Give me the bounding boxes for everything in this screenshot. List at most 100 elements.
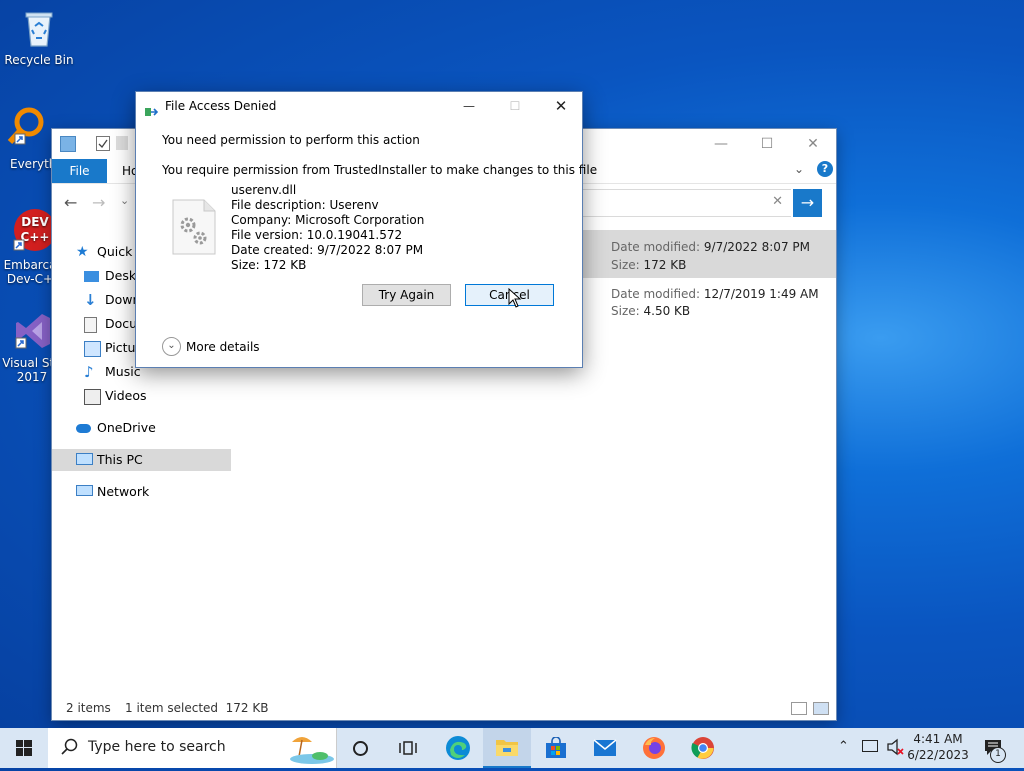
network-status-icon[interactable] bbox=[862, 740, 878, 752]
network-icon bbox=[76, 485, 93, 496]
firefox-icon bbox=[643, 737, 665, 759]
nav-onedrive[interactable]: OneDrive bbox=[76, 417, 156, 439]
nav-music[interactable]: ♪ Music bbox=[84, 361, 141, 383]
search-go-button[interactable]: → bbox=[793, 189, 822, 217]
firefox-taskbar-button[interactable] bbox=[630, 728, 678, 768]
item-count: 2 items bbox=[66, 701, 111, 715]
file-description: File description: Userenv bbox=[231, 198, 379, 212]
dialog-message-detail: You require permission from TrustedInsta… bbox=[162, 163, 598, 177]
recycle-bin-icon bbox=[18, 8, 60, 50]
nav-pictures[interactable]: Pictur bbox=[84, 337, 141, 359]
start-button[interactable] bbox=[0, 728, 48, 768]
desktop-icon-visual-studio[interactable]: Visual Stu 2017 bbox=[0, 310, 62, 384]
dialog-minimize-button[interactable]: — bbox=[454, 92, 484, 120]
mouse-cursor-icon bbox=[508, 287, 522, 311]
file-version: File version: 10.0.19041.572 bbox=[231, 228, 403, 242]
file-date-created: Date created: 9/7/2022 8:07 PM bbox=[231, 243, 424, 257]
notification-count-badge: 1 bbox=[990, 747, 1006, 763]
back-arrow-icon[interactable]: ← bbox=[64, 193, 77, 212]
visual-studio-icon bbox=[12, 310, 54, 352]
mail-taskbar-button[interactable] bbox=[581, 728, 629, 768]
selection-info: 1 item selected 172 KB bbox=[125, 701, 269, 715]
search-box[interactable]: ✕ bbox=[582, 189, 791, 217]
size-value: 172 KB bbox=[643, 258, 687, 272]
try-again-button[interactable]: Try Again bbox=[362, 284, 451, 306]
store-taskbar-button[interactable] bbox=[532, 728, 580, 768]
chrome-taskbar-button[interactable] bbox=[679, 728, 727, 768]
nav-quick-access[interactable]: ★ Quick a bbox=[76, 241, 144, 263]
search-placeholder: Type here to search bbox=[88, 739, 226, 755]
store-bag-icon bbox=[546, 737, 566, 758]
nav-desktop[interactable]: Deskt bbox=[84, 265, 141, 287]
taskbar-search-box[interactable]: Type here to search bbox=[48, 728, 337, 768]
svg-text:DEV: DEV bbox=[21, 215, 49, 229]
forward-arrow-icon[interactable]: → bbox=[92, 193, 105, 212]
date-modified-label: Date modified: bbox=[611, 287, 701, 301]
file-company: Company: Microsoft Corporation bbox=[231, 213, 425, 227]
size-value: 4.50 KB bbox=[643, 304, 691, 318]
large-icons-view-icon[interactable] bbox=[813, 702, 829, 715]
nav-videos[interactable]: Videos bbox=[84, 385, 147, 407]
file-details: userenv.dll File description: Userenv Co… bbox=[231, 183, 424, 273]
desktop-folder-icon bbox=[84, 271, 99, 282]
nav-this-pc[interactable]: This PC bbox=[52, 449, 231, 471]
chrome-icon bbox=[691, 737, 714, 759]
recycle-bin-label: Recycle Bin bbox=[4, 53, 74, 67]
show-hidden-icons-chevron-icon[interactable]: ⌃ bbox=[838, 739, 849, 754]
ribbon-file-tab[interactable]: File bbox=[52, 159, 107, 183]
task-view-icon bbox=[399, 741, 417, 755]
status-bar: 2 items 1 item selected 172 KB bbox=[52, 696, 836, 720]
devcpp-label: Embarca Dev-C+ bbox=[3, 258, 57, 286]
windows-logo-icon bbox=[16, 740, 32, 756]
desktop-icon-everything[interactable]: Everyth bbox=[0, 106, 56, 171]
date-modified-value: 9/7/2022 8:07 PM bbox=[703, 240, 810, 254]
desktop-icon-devcpp[interactable]: DEV C++ Embarca Dev-C+ bbox=[0, 206, 58, 286]
search-clear-icon[interactable]: ✕ bbox=[772, 194, 783, 209]
size-label: Size: bbox=[611, 304, 640, 318]
explorer-close-button[interactable]: ✕ bbox=[790, 129, 836, 159]
clock-time: 4:41 AM bbox=[913, 732, 963, 746]
computer-monitor-icon bbox=[76, 453, 93, 465]
music-note-icon: ♪ bbox=[84, 363, 94, 381]
size-label: Size: bbox=[611, 258, 640, 272]
dialog-message-main: You need permission to perform this acti… bbox=[162, 133, 420, 147]
svg-text:C++: C++ bbox=[21, 230, 50, 244]
explorer-maximize-button[interactable]: ☐ bbox=[744, 129, 790, 159]
search-highlight-image-icon bbox=[276, 732, 334, 767]
cortana-button[interactable] bbox=[336, 728, 384, 768]
mail-envelope-icon bbox=[593, 739, 617, 756]
dialog-app-icon bbox=[145, 100, 159, 116]
edge-taskbar-button[interactable] bbox=[434, 728, 482, 768]
ribbon-expand-icon[interactable]: ⌄ bbox=[794, 162, 804, 176]
file-explorer-taskbar-button[interactable] bbox=[483, 728, 531, 768]
dialog-close-button[interactable]: ✕ bbox=[546, 92, 576, 120]
expand-chevron-icon: ⌄ bbox=[162, 337, 181, 356]
folder-icon bbox=[496, 740, 518, 756]
search-icon bbox=[60, 738, 78, 759]
explorer-app-icon bbox=[60, 136, 76, 152]
file-name: userenv.dll bbox=[231, 183, 297, 197]
recent-locations-chevron-icon[interactable]: ⌄ bbox=[120, 194, 129, 207]
everything-search-icon bbox=[5, 106, 47, 148]
nav-documents[interactable]: Docu bbox=[84, 313, 137, 335]
nav-network[interactable]: Network bbox=[76, 481, 149, 503]
properties-qa-icon[interactable] bbox=[96, 136, 110, 151]
film-icon bbox=[84, 389, 101, 405]
more-details-toggle[interactable]: ⌄ More details bbox=[162, 337, 260, 357]
task-view-button[interactable] bbox=[384, 728, 432, 768]
clock-date: 6/22/2023 bbox=[907, 748, 969, 762]
new-folder-qa-icon[interactable] bbox=[116, 136, 128, 150]
everything-label: Everyth bbox=[10, 157, 57, 171]
desktop-icon-recycle-bin[interactable]: Recycle Bin bbox=[1, 8, 77, 67]
file-size: Size: 172 KB bbox=[231, 258, 307, 272]
date-modified-value: 12/7/2019 1:49 AM bbox=[703, 287, 819, 301]
clock[interactable]: 4:41 AM 6/22/2023 bbox=[906, 731, 970, 763]
help-icon[interactable]: ? bbox=[817, 161, 833, 177]
nav-downloads[interactable]: ↓ Down bbox=[84, 289, 140, 311]
date-modified-label: Date modified: bbox=[611, 240, 701, 254]
file-access-denied-dialog: File Access Denied — ☐ ✕ You need permis… bbox=[136, 92, 597, 367]
details-view-icon[interactable] bbox=[791, 702, 807, 715]
edge-icon bbox=[446, 736, 470, 760]
volume-muted-icon[interactable] bbox=[886, 738, 904, 759]
explorer-minimize-button[interactable]: — bbox=[698, 129, 744, 159]
